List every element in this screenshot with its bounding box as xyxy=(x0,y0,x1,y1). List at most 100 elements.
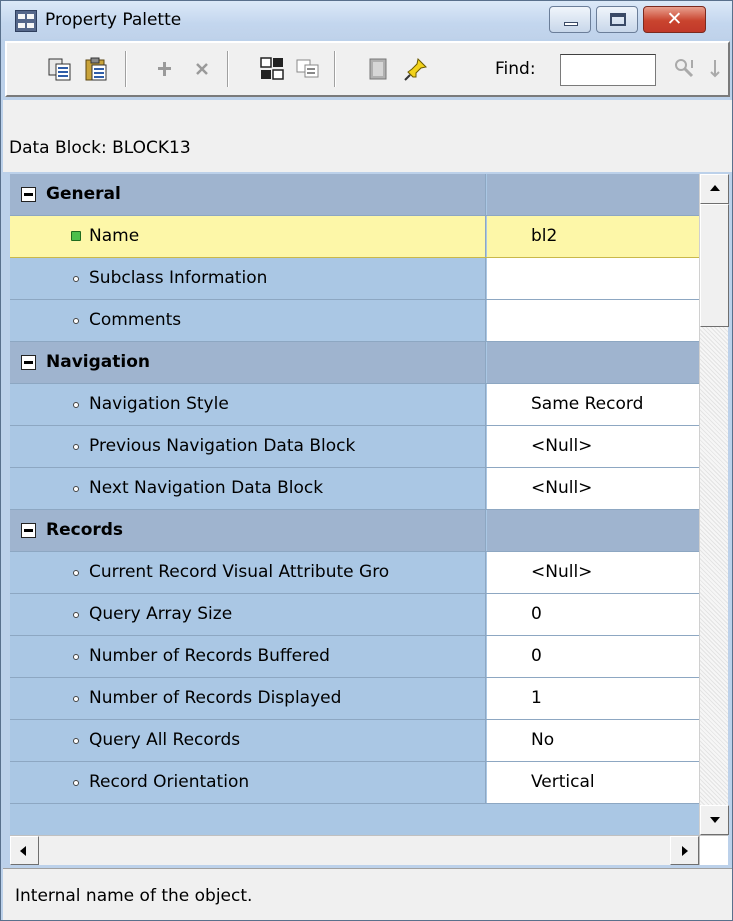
property-value[interactable]: 1 xyxy=(531,688,542,708)
scrollbar-corner xyxy=(699,835,728,865)
property-name-cell: Number of Records Displayed xyxy=(10,678,486,719)
arrow-down-icon xyxy=(710,817,720,823)
property-value-cell[interactable]: <Null> xyxy=(487,468,699,509)
property-row-comments[interactable]: Comments xyxy=(10,300,699,342)
property-label: Next Navigation Data Block xyxy=(89,478,324,498)
copy-properties-icon[interactable] xyxy=(47,56,73,82)
property-name-cell: Query All Records xyxy=(10,720,486,761)
property-value-cell[interactable] xyxy=(487,300,699,341)
property-value-cell[interactable]: Vertical xyxy=(487,762,699,803)
category-value-cell xyxy=(487,342,699,383)
app-icon xyxy=(15,10,37,32)
property-value-cell[interactable]: 0 xyxy=(487,594,699,635)
property-value-cell[interactable]: Same Record xyxy=(487,384,699,425)
property-row-navigation-style[interactable]: Navigation Style Same Record xyxy=(10,384,699,426)
collapse-icon[interactable] xyxy=(21,523,36,538)
property-value[interactable]: <Null> xyxy=(531,436,592,456)
property-row-subclass-information[interactable]: Subclass Information xyxy=(10,258,699,300)
minimize-button[interactable] xyxy=(549,6,591,33)
default-property-icon xyxy=(73,486,79,492)
find-input[interactable] xyxy=(560,54,656,86)
property-name-cell: Number of Records Buffered xyxy=(10,636,486,677)
property-value-cell[interactable]: 1 xyxy=(487,678,699,719)
category-cell: Navigation xyxy=(10,342,486,383)
toolbar: Find: xyxy=(5,41,730,97)
property-value-cell[interactable]: <Null> xyxy=(487,426,699,467)
horizontal-scrollbar[interactable] xyxy=(10,835,699,865)
property-name-cell: Current Record Visual Attribute Gro xyxy=(10,552,486,593)
search-next-icon[interactable] xyxy=(672,56,698,82)
category-value-cell xyxy=(487,510,699,551)
scroll-left-button[interactable] xyxy=(10,836,39,865)
collapse-icon[interactable] xyxy=(21,355,36,370)
property-row-record-orientation[interactable]: Record Orientation Vertical xyxy=(10,762,699,804)
default-property-icon xyxy=(73,276,79,282)
property-row-records-displayed[interactable]: Number of Records Displayed 1 xyxy=(10,678,699,720)
scroll-right-button[interactable] xyxy=(670,836,699,865)
category-label: General xyxy=(46,184,121,204)
property-label: Subclass Information xyxy=(89,268,268,288)
delete-property-icon[interactable] xyxy=(189,56,215,82)
property-row-records-buffered[interactable]: Number of Records Buffered 0 xyxy=(10,636,699,678)
maximize-button[interactable] xyxy=(596,6,638,33)
category-cell: General xyxy=(10,174,486,215)
scroll-up-button[interactable] xyxy=(700,174,729,204)
category-label: Navigation xyxy=(46,352,150,372)
property-label: Record Orientation xyxy=(89,772,250,792)
vertical-scrollbar[interactable] xyxy=(699,174,729,835)
freeze-pin-icon[interactable] xyxy=(403,56,429,82)
property-value[interactable]: No xyxy=(531,730,554,750)
title-bar[interactable]: Property Palette ✕ xyxy=(1,1,732,39)
default-property-icon xyxy=(73,318,79,324)
category-general[interactable]: General xyxy=(10,174,699,216)
collapse-icon[interactable] xyxy=(21,187,36,202)
property-value-cell[interactable]: 0 xyxy=(487,636,699,677)
add-property-icon[interactable] xyxy=(152,56,178,82)
property-value-cell[interactable]: No xyxy=(487,720,699,761)
property-row-next-navigation-block[interactable]: Next Navigation Data Block <Null> xyxy=(10,468,699,510)
property-row-current-record-visual-attribute-group[interactable]: Current Record Visual Attribute Gro <Nul… xyxy=(10,552,699,594)
property-value[interactable]: <Null> xyxy=(531,478,592,498)
maximize-icon xyxy=(610,13,626,26)
close-icon: ✕ xyxy=(666,8,683,30)
property-value[interactable]: Same Record xyxy=(531,394,643,414)
property-value[interactable]: 0 xyxy=(531,646,542,666)
status-text: Internal name of the object. xyxy=(15,886,253,906)
property-name-cell: Comments xyxy=(10,300,486,341)
property-value-cell[interactable]: <Null> xyxy=(487,552,699,593)
vertical-scroll-thumb[interactable] xyxy=(700,204,729,327)
default-property-icon xyxy=(73,612,79,618)
property-row-previous-navigation-block[interactable]: Previous Navigation Data Block <Null> xyxy=(10,426,699,468)
property-row-name[interactable]: Name bl2 xyxy=(10,216,699,258)
property-name-cell: Subclass Information xyxy=(10,258,486,299)
property-value[interactable]: 0 xyxy=(531,604,542,624)
minimize-icon xyxy=(564,22,578,26)
property-value[interactable]: <Null> xyxy=(531,562,592,582)
default-property-icon xyxy=(73,738,79,744)
inherit-icon[interactable] xyxy=(366,56,392,82)
intersection-icon[interactable] xyxy=(295,56,321,82)
default-property-icon xyxy=(73,780,79,786)
close-button[interactable]: ✕ xyxy=(643,6,706,33)
property-value-cell[interactable]: bl2 xyxy=(487,216,699,257)
property-name-cell: Query Array Size xyxy=(10,594,486,635)
category-records[interactable]: Records xyxy=(10,510,699,552)
property-value[interactable]: Vertical xyxy=(531,772,595,792)
search-previous-icon[interactable] xyxy=(707,56,730,82)
default-property-icon xyxy=(73,696,79,702)
toolbar-separator xyxy=(227,51,229,87)
property-value-cell[interactable] xyxy=(487,258,699,299)
property-label: Number of Records Displayed xyxy=(89,688,342,708)
property-row-query-all-records[interactable]: Query All Records No xyxy=(10,720,699,762)
status-bar: Internal name of the object. xyxy=(3,868,732,920)
property-value[interactable]: bl2 xyxy=(531,226,557,246)
paste-properties-icon[interactable] xyxy=(83,56,109,82)
scroll-down-button[interactable] xyxy=(700,805,729,835)
property-label: Name xyxy=(89,226,140,246)
property-label: Number of Records Buffered xyxy=(89,646,330,666)
default-property-icon xyxy=(73,402,79,408)
category-navigation[interactable]: Navigation xyxy=(10,342,699,384)
property-row-query-array-size[interactable]: Query Array Size 0 xyxy=(10,594,699,636)
union-icon[interactable] xyxy=(259,56,285,82)
property-name-cell: Next Navigation Data Block xyxy=(10,468,486,509)
